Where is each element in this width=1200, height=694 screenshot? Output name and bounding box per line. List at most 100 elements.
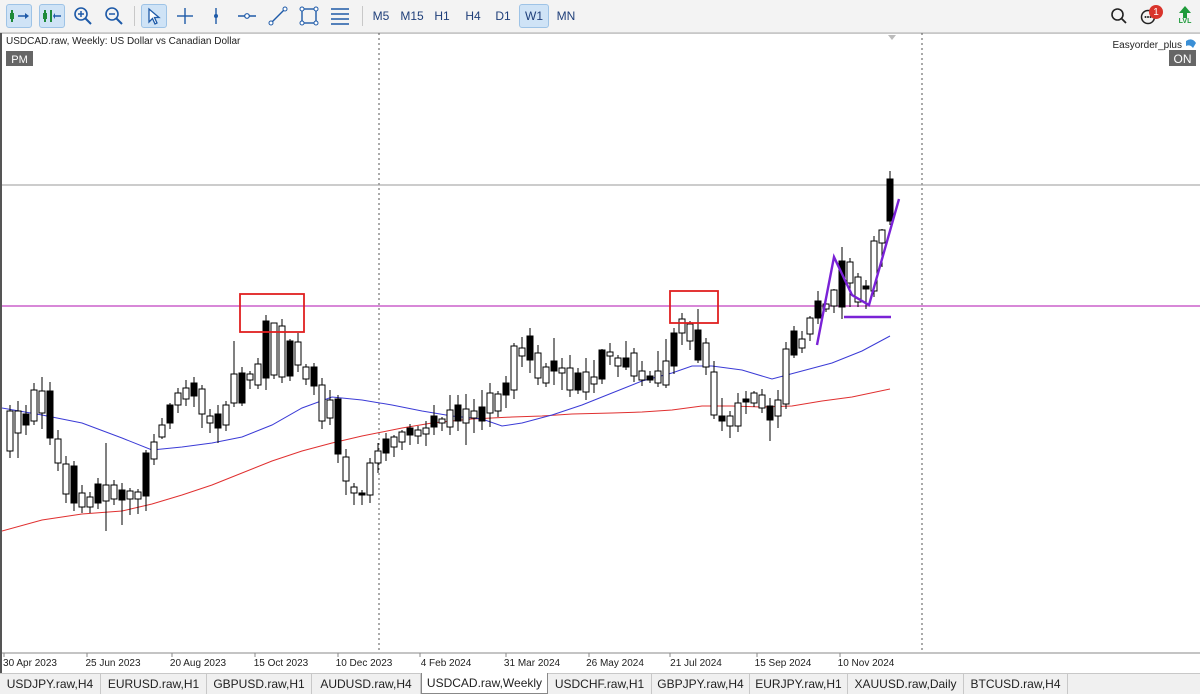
timeframe-h1[interactable]: H1 [429, 4, 455, 28]
candle-body [502, 382, 510, 396]
crosshair-button[interactable] [172, 4, 198, 28]
chart-title: USDCAD.raw, Weekly: US Dollar vs Canadia… [6, 36, 241, 47]
toolbar-separator [134, 6, 135, 26]
candle-body [302, 366, 310, 380]
candle-body [638, 370, 646, 381]
time-axis-label: 20 Aug 2023 [170, 658, 227, 669]
time-axis-label: 30 Apr 2023 [3, 658, 57, 669]
candle-body [206, 415, 214, 424]
search-button[interactable] [1106, 4, 1132, 28]
timeframe-m5[interactable]: M5 [367, 4, 395, 28]
candle-body [814, 300, 822, 319]
cursor-icon [148, 7, 161, 25]
vertical-line-button[interactable] [203, 4, 229, 28]
candle-body [750, 392, 758, 404]
tab-gbpjpy-h4[interactable]: GBPJPY.raw,H4 [652, 674, 750, 694]
candle-body [70, 465, 78, 504]
candle-body [174, 392, 182, 406]
tab-usdcad-weekly[interactable]: USDCAD.raw,Weekly [421, 673, 548, 694]
candle-body [374, 450, 382, 464]
candle-body [430, 415, 438, 428]
expert-advisor-icon [1186, 39, 1196, 48]
candle-body [350, 486, 358, 494]
pm-label: PM [11, 54, 28, 66]
horizontal-line-icon [238, 13, 256, 19]
time-axis-label: 25 Jun 2023 [85, 658, 140, 669]
scroll-marker-icon [888, 35, 896, 40]
timeframe-d1[interactable]: D1 [490, 4, 516, 28]
candle-body [278, 325, 286, 378]
chart-area[interactable]: 30 Apr 2023 25 Jun 2023 20 Aug 2023 15 Oct … [0, 33, 1200, 673]
timeframe-m15[interactable]: M15 [396, 4, 428, 28]
ea-status-box[interactable]: ON [1169, 50, 1196, 66]
time-axis-label: 26 May 2024 [586, 658, 644, 669]
candle-body [22, 413, 30, 426]
candle-body [286, 340, 294, 377]
annotation-rectangle[interactable] [669, 290, 719, 324]
candle-body [526, 335, 534, 361]
trendline-button[interactable] [265, 4, 291, 28]
notification-badge: 1 [1149, 5, 1163, 19]
level-label: LVL [1178, 18, 1192, 25]
time-axis-label: 10 Dec 2023 [336, 658, 393, 669]
fibonacci-icon [331, 8, 349, 25]
tab-eurusd-h1[interactable]: EURUSD.raw,H1 [101, 674, 207, 694]
candle-body [262, 320, 270, 379]
candle-body [790, 330, 798, 356]
timeframe-w1[interactable]: W1 [519, 4, 549, 28]
cursor-button[interactable] [141, 4, 167, 28]
vertical-line-icon [214, 8, 218, 24]
candle-body [342, 456, 350, 482]
candle-body [630, 352, 638, 377]
candle-body [582, 371, 590, 393]
candle-body [734, 402, 742, 427]
candle-body [614, 357, 622, 367]
candle-body [758, 394, 766, 409]
zoom-out-icon [105, 7, 123, 25]
candle-body [142, 452, 150, 497]
candle-body [862, 285, 870, 290]
chart-toolbar: M5 M15 H1 H4 D1 W1 MN 1 LVL [0, 0, 1200, 33]
candle-body [622, 357, 630, 368]
candle-body [86, 496, 94, 508]
time-axis-label: 31 Mar 2024 [504, 658, 561, 669]
candle-body [390, 436, 398, 448]
candle-body [694, 329, 702, 361]
time-axis-label: 4 Feb 2024 [421, 658, 472, 669]
candle-body [30, 389, 38, 422]
candle-body [886, 178, 894, 222]
tab-eurjpy-h1[interactable]: EURJPY.raw,H1 [750, 674, 848, 694]
tab-gbpusd-h1[interactable]: GBPUSD.raw,H1 [207, 674, 312, 694]
candle-body [878, 229, 886, 244]
chart-shift-button[interactable] [39, 4, 65, 28]
time-axis-label: 10 Nov 2024 [838, 658, 895, 669]
fibonacci-button[interactable] [327, 4, 353, 28]
zoom-out-button[interactable] [101, 4, 127, 28]
candle-body [518, 347, 526, 357]
zoom-in-button[interactable] [70, 4, 96, 28]
candle-body [78, 492, 86, 508]
candle-body [542, 366, 550, 384]
candle-body [494, 393, 502, 412]
timeframe-mn[interactable]: MN [551, 4, 581, 28]
tab-btcusd-h4[interactable]: BTCUSD.raw,H4 [964, 674, 1068, 694]
timeframe-h4[interactable]: H4 [460, 4, 486, 28]
horizontal-line-button[interactable] [234, 4, 260, 28]
chart-autoscroll-button[interactable] [6, 4, 32, 28]
notifications-button[interactable]: 1 [1136, 4, 1163, 28]
tab-usdjpy-h4[interactable]: USDJPY.raw,H4 [0, 674, 101, 694]
price-chart[interactable]: 30 Apr 2023 25 Jun 2023 20 Aug 2023 15 Oct … [2, 33, 1200, 673]
rectangle-icon [299, 6, 319, 26]
candle-body [54, 438, 62, 464]
zoom-in-icon [74, 7, 92, 25]
candlestick-series [6, 171, 894, 531]
candle-body [102, 484, 110, 502]
tab-usdchf-h1[interactable]: USDCHF.raw,H1 [548, 674, 652, 694]
tab-audusd-h4[interactable]: AUDUSD.raw,H4 [312, 674, 421, 694]
rectangle-button[interactable] [296, 4, 322, 28]
tab-xauusd-daily[interactable]: XAUUSD.raw,Daily [848, 674, 964, 694]
level-button[interactable]: LVL [1172, 4, 1198, 28]
candle-body [190, 382, 198, 397]
candle-body [254, 363, 262, 386]
candle-body [62, 463, 70, 495]
